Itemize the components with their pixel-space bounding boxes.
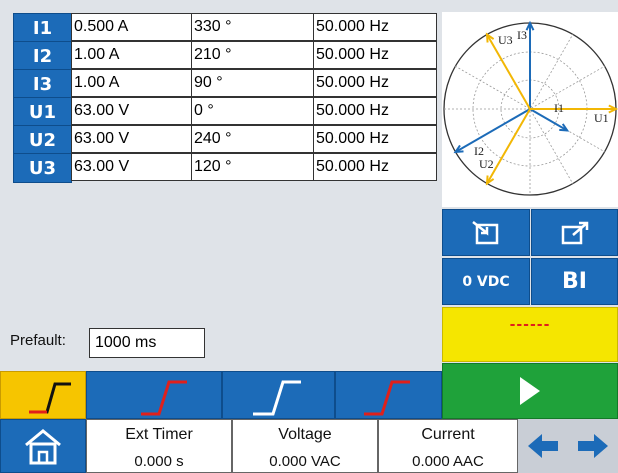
voltage-label: Voltage (278, 426, 332, 443)
prefault-input[interactable]: 1000 ms (89, 328, 205, 358)
phasor-u2 (486, 108, 531, 184)
binary-input-label: BI (562, 269, 587, 294)
arrow-right-button[interactable] (568, 419, 618, 473)
dc-voltage-button[interactable]: 0 VDC (442, 258, 530, 305)
phasor-svg: U3 I3 I1 U1 I2 U2 (443, 20, 618, 196)
magnitude-field-u3[interactable]: 63.00 V (71, 153, 192, 181)
frequency-field-i1[interactable]: 50.000 Hz (313, 13, 437, 41)
magnitude-field-i1[interactable]: 0.500 A (71, 13, 192, 41)
play-icon (520, 377, 540, 405)
start-button[interactable] (442, 363, 618, 419)
import-icon (472, 220, 499, 244)
home-icon (25, 429, 61, 465)
prefault-label: Prefault: (10, 332, 66, 349)
channel-label-u2[interactable]: U2 (13, 125, 72, 155)
arrow-left-button[interactable] (518, 419, 568, 473)
current-label: Current (421, 426, 475, 443)
dc-voltage-label: 0 VDC (462, 273, 510, 290)
export-icon (561, 221, 588, 244)
ext-timer-value: 0.000 s (134, 453, 184, 470)
frequency-field-u2[interactable]: 50.000 Hz (313, 125, 437, 153)
tab-ramp-2[interactable] (86, 371, 222, 419)
label-U3: U3 (498, 33, 513, 47)
status-indicator-text: ------ (509, 317, 551, 333)
frequency-field-u3[interactable]: 50.000 Hz (313, 153, 437, 181)
phasor-i2 (455, 108, 531, 153)
phasor-diagram: U3 I3 I1 U1 I2 U2 (442, 12, 618, 207)
arrow-left-icon (528, 434, 558, 458)
label-I3: I3 (517, 28, 527, 42)
home-button[interactable] (0, 419, 86, 473)
angle-field-i3[interactable]: 90 ° (191, 69, 314, 97)
frequency-field-i3[interactable]: 50.000 Hz (313, 69, 437, 97)
import-button[interactable] (442, 209, 530, 256)
binary-input-button[interactable]: BI (531, 258, 618, 305)
channel-label-u3[interactable]: U3 (13, 153, 72, 183)
channel-label-i1[interactable]: I1 (13, 13, 72, 43)
ext-timer-label: Ext Timer (125, 426, 193, 443)
arrow-right-icon (578, 434, 608, 458)
tab-ramp-4[interactable] (335, 371, 442, 419)
angle-field-i2[interactable]: 210 ° (191, 41, 314, 69)
channel-label-i3[interactable]: I3 (13, 69, 72, 99)
magnitude-field-i2[interactable]: 1.00 A (71, 41, 192, 69)
label-U2: U2 (479, 157, 494, 171)
voltage-value: 0.000 VAC (269, 453, 341, 470)
current-value: 0.000 AAC (412, 453, 484, 470)
magnitude-field-u2[interactable]: 63.00 V (71, 125, 192, 153)
tab-ramp-3[interactable] (222, 371, 335, 419)
magnitude-field-u1[interactable]: 63.00 V (71, 97, 192, 125)
ramp-icon (364, 380, 410, 416)
magnitude-field-i3[interactable]: 1.00 A (71, 69, 192, 97)
export-button[interactable] (531, 209, 618, 256)
ramp-icon (29, 382, 71, 414)
ramp-icon (141, 380, 187, 416)
ext-timer-cell: Ext Timer 0.000 s (86, 419, 232, 473)
label-I2: I2 (474, 144, 484, 158)
angle-field-u2[interactable]: 240 ° (191, 125, 314, 153)
angle-field-i1[interactable]: 330 ° (191, 13, 314, 41)
tab-ramp-1[interactable] (0, 371, 86, 419)
status-indicator-panel: ------ (442, 307, 618, 362)
voltage-cell: Voltage 0.000 VAC (232, 419, 378, 473)
ramp-icon (253, 380, 301, 416)
frequency-field-u1[interactable]: 50.000 Hz (313, 97, 437, 125)
label-I1: I1 (554, 101, 564, 115)
label-U1: U1 (594, 111, 609, 125)
current-cell: Current 0.000 AAC (378, 419, 518, 473)
angle-field-u1[interactable]: 0 ° (191, 97, 314, 125)
angle-field-u3[interactable]: 120 ° (191, 153, 314, 181)
channel-label-u1[interactable]: U1 (13, 97, 72, 127)
channel-label-i2[interactable]: I2 (13, 41, 72, 71)
frequency-field-i2[interactable]: 50.000 Hz (313, 41, 437, 69)
